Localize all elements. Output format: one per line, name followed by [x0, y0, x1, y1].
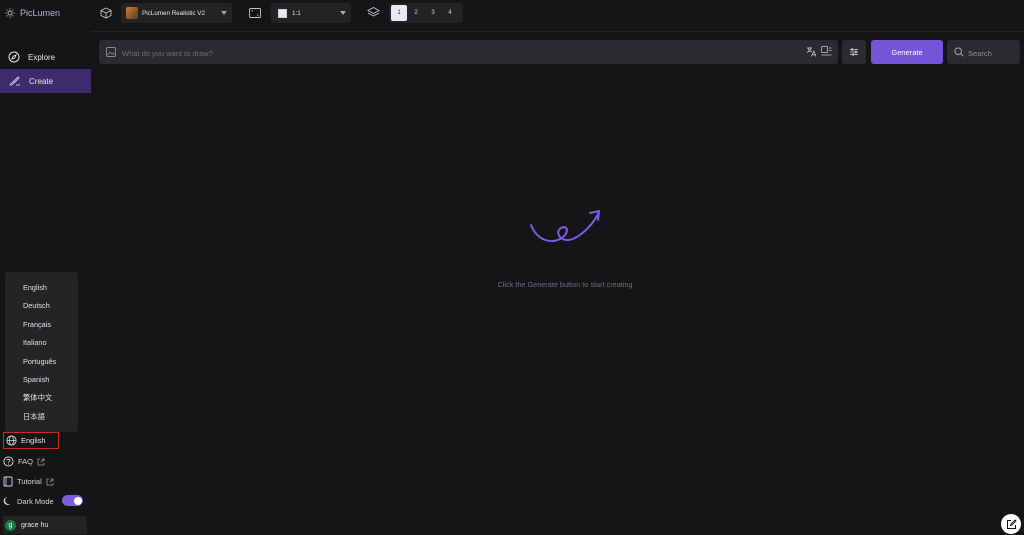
- image-prompt-icon[interactable]: [821, 46, 832, 57]
- language-option-deutsch[interactable]: Deutsch: [5, 297, 78, 315]
- nav-item-explore[interactable]: Explore: [0, 45, 91, 69]
- external-link-icon: [37, 458, 45, 466]
- brand-logo[interactable]: PicLumen: [5, 8, 60, 18]
- dark-mode-toggle[interactable]: [62, 495, 83, 506]
- sun-logo-icon: [5, 8, 15, 18]
- chevron-down-icon: [221, 11, 227, 15]
- sidebar: PicLumen Explore Create English Deutsch …: [0, 0, 91, 535]
- language-option-traditional-chinese[interactable]: 繁体中文: [5, 389, 78, 407]
- model-name: PicLumen Realistic V2: [142, 9, 205, 17]
- avatar: g: [5, 519, 16, 531]
- nav-item-label: Explore: [28, 52, 56, 62]
- generate-button[interactable]: Generate: [871, 40, 943, 64]
- brand-name: PicLumen: [20, 8, 61, 18]
- search-box: [947, 40, 1022, 66]
- image-icon[interactable]: [106, 47, 116, 57]
- count-option-3[interactable]: 3: [425, 5, 441, 21]
- empty-state-message: Click the Generate button to start creat…: [497, 280, 633, 289]
- language-option-english[interactable]: English: [5, 279, 78, 297]
- aspect-ratio-icon: [249, 8, 261, 18]
- user-name: grace hu: [21, 521, 49, 529]
- ratio-dropdown[interactable]: 1:1: [271, 3, 351, 23]
- count-option-4[interactable]: 4: [442, 5, 458, 21]
- language-option-francais[interactable]: Français: [5, 316, 78, 334]
- image-count-selector: 1 2 3 4: [389, 3, 463, 23]
- model-thumbnail: [126, 7, 138, 19]
- language-selector-label: English: [21, 436, 46, 445]
- question-circle-icon: [3, 456, 14, 467]
- nav-item-create[interactable]: Create: [0, 69, 91, 93]
- globe-icon: [6, 435, 17, 446]
- brush-icon: [8, 75, 21, 87]
- language-option-portugues[interactable]: Português: [5, 353, 78, 371]
- advanced-settings-button[interactable]: [842, 40, 866, 64]
- book-icon: [3, 476, 13, 487]
- model-dropdown[interactable]: PicLumen Realistic V2: [121, 3, 232, 23]
- model-cube-icon: [100, 7, 112, 19]
- ratio-value: 1:1: [292, 9, 301, 17]
- language-selector[interactable]: English: [3, 432, 59, 449]
- user-profile[interactable]: g grace hu: [3, 516, 87, 534]
- count-option-2[interactable]: 2: [408, 5, 424, 21]
- language-option-japanese[interactable]: 日本語: [5, 408, 78, 426]
- tutorial-link[interactable]: Tutorial: [3, 476, 54, 487]
- language-option-spanish[interactable]: Spanish: [5, 371, 78, 389]
- feedback-button[interactable]: [1001, 514, 1021, 534]
- prompt-input[interactable]: [120, 40, 784, 66]
- chevron-down-icon: [340, 11, 346, 15]
- search-input[interactable]: [966, 40, 1022, 66]
- language-option-italiano[interactable]: Italiano: [5, 334, 78, 352]
- faq-label: FAQ: [18, 457, 34, 466]
- sliders-icon: [849, 47, 859, 57]
- dark-mode-label: Dark Mode: [17, 496, 54, 506]
- search-icon: [954, 47, 964, 57]
- square-ratio-icon: [278, 8, 287, 18]
- moon-icon: [3, 496, 13, 506]
- external-link-icon: [46, 478, 54, 486]
- toolbar-divider: [91, 31, 1024, 32]
- count-option-1[interactable]: 1: [391, 5, 407, 21]
- layers-icon: [367, 6, 380, 19]
- faq-link[interactable]: FAQ: [3, 456, 45, 467]
- compass-icon: [8, 51, 20, 63]
- prompt-box: [99, 40, 838, 66]
- edit-square-icon: [1006, 518, 1017, 530]
- dark-mode-row: Dark Mode: [3, 496, 54, 506]
- translate-icon[interactable]: [806, 46, 817, 57]
- swirl-arrow-icon: [528, 208, 604, 248]
- tutorial-label: Tutorial: [17, 477, 42, 486]
- language-menu: English Deutsch Français Italiano Portug…: [5, 272, 78, 432]
- nav-item-label: Create: [29, 76, 54, 86]
